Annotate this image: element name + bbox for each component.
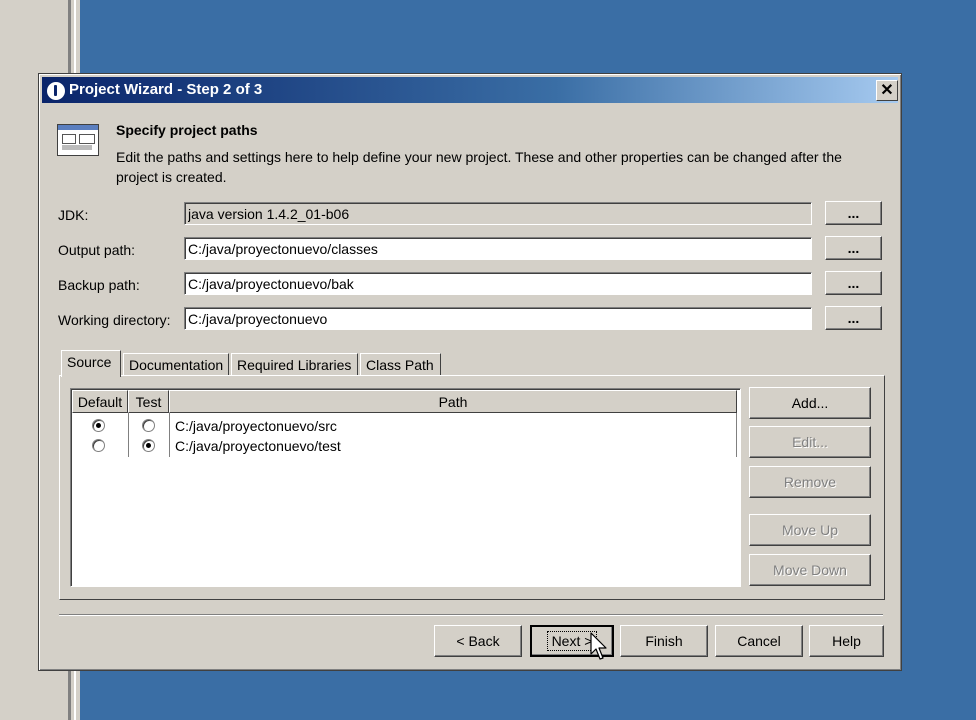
column-header-default[interactable]: Default (72, 390, 128, 413)
close-button[interactable]: ✕ (876, 80, 898, 101)
close-icon: ✕ (880, 81, 894, 99)
tab-required-libraries[interactable]: Required Libraries (231, 353, 358, 375)
backup-path-browse-button[interactable]: ... (825, 271, 882, 295)
move-down-button[interactable]: Move Down (749, 554, 871, 586)
jdk-label: JDK: (58, 207, 89, 223)
output-path-label: Output path: (58, 242, 136, 258)
output-path-browse-button[interactable]: ... (825, 236, 882, 260)
source-paths-table[interactable]: Default Test Path C:/java/proyectonuevo/… (70, 388, 741, 587)
backup-path-label: Backup path: (58, 277, 140, 293)
footer-separator (59, 614, 883, 616)
back-button[interactable]: < Back (434, 625, 522, 657)
tab-source[interactable]: Source (61, 350, 121, 377)
default-radio[interactable] (92, 439, 105, 452)
output-path-field[interactable] (184, 237, 812, 260)
project-wizard-dialog: Project Wizard - Step 2 of 3 ✕ Specify p… (38, 73, 902, 671)
edit-button[interactable]: Edit... (749, 426, 871, 458)
app-icon (46, 81, 66, 101)
dialog-title: Project Wizard - Step 2 of 3 (69, 81, 263, 98)
cancel-button[interactable]: Cancel (715, 625, 803, 657)
working-directory-field[interactable] (184, 307, 812, 330)
step-heading: Specify project paths (116, 122, 258, 138)
wizard-step-icon (57, 124, 99, 156)
finish-button[interactable]: Finish (620, 625, 708, 657)
title-bar[interactable]: Project Wizard - Step 2 of 3 ✕ (42, 77, 898, 103)
tab-documentation[interactable]: Documentation (123, 353, 229, 375)
working-directory-browse-button[interactable]: ... (825, 306, 882, 330)
test-radio[interactable] (142, 419, 155, 432)
column-header-test[interactable]: Test (128, 390, 169, 413)
test-radio[interactable] (142, 439, 155, 452)
jdk-browse-button[interactable]: ... (825, 201, 882, 225)
path-cell: C:/java/proyectonuevo/src (175, 418, 337, 434)
default-radio[interactable] (92, 419, 105, 432)
backup-path-field[interactable] (184, 272, 812, 295)
step-description: Edit the paths and settings here to help… (116, 149, 842, 185)
move-up-button[interactable]: Move Up (749, 514, 871, 546)
jdk-field[interactable] (184, 202, 812, 225)
add-button[interactable]: Add... (749, 387, 871, 419)
path-cell: C:/java/proyectonuevo/test (175, 438, 341, 454)
tab-class-path[interactable]: Class Path (360, 353, 441, 375)
mouse-pointer-icon (590, 632, 607, 660)
remove-button[interactable]: Remove (749, 466, 871, 498)
column-header-path[interactable]: Path (169, 390, 737, 413)
help-button[interactable]: Help (809, 625, 884, 657)
working-directory-label: Working directory: (58, 312, 171, 328)
